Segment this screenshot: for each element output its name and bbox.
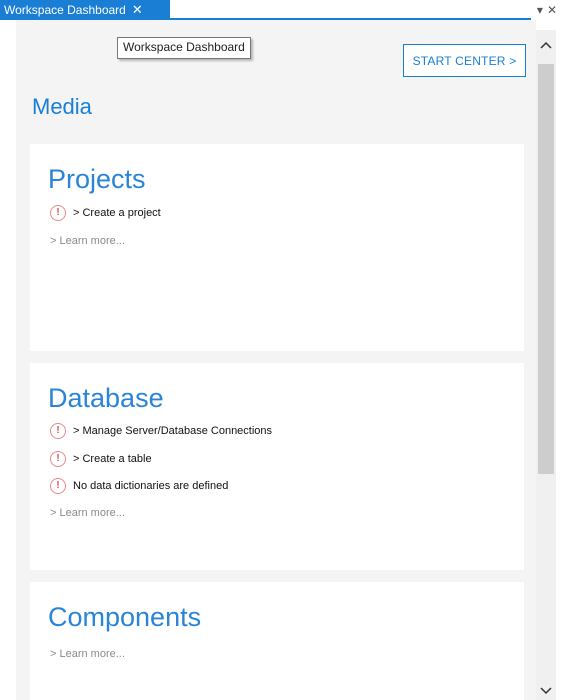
warning-icon: ! [50,423,66,439]
projects-title: Projects [48,164,146,194]
workspace-dashboard-window: Workspace Dashboard ✕ ▾ ✕ Workspace Dash… [0,0,561,700]
page-title: Media [32,94,92,119]
projects-learn-more-link[interactable]: > Learn more... [50,235,125,247]
warning-icon: ! [50,451,66,467]
tab-close-icon[interactable]: ✕ [132,0,143,20]
database-title: Database [48,383,164,413]
projects-card: Projects ! > Create a project > Learn mo… [30,144,524,351]
scroll-up-arrow-icon[interactable] [536,36,556,54]
database-learn-more-link[interactable]: > Learn more... [50,507,125,519]
tab-tooltip: Workspace Dashboard [117,37,251,59]
create-table-link[interactable]: > Create a table [73,453,152,465]
no-data-dictionaries-item: ! No data dictionaries are defined [50,476,228,496]
manage-connections-link[interactable]: > Manage Server/Database Connections [73,425,272,437]
window-controls: ▾ ✕ [537,0,557,20]
tab-workspace-dashboard[interactable]: Workspace Dashboard ✕ [0,0,170,20]
warning-icon: ! [50,478,66,494]
components-card: Components > Learn more... [30,582,524,700]
start-center-button[interactable]: START CENTER > [403,44,526,77]
document-tab-strip: Workspace Dashboard ✕ ▾ ✕ [0,0,561,20]
tab-list-dropdown-icon[interactable]: ▾ [537,3,543,17]
scroll-down-arrow-icon[interactable] [536,682,556,700]
dashboard-content: START CENTER > Media Projects ! > Create… [16,20,536,700]
components-title: Components [48,602,202,632]
warning-icon: ! [50,205,66,221]
vertical-scrollbar[interactable] [536,30,556,700]
no-data-dictionaries-text: No data dictionaries are defined [73,480,229,492]
create-project-item[interactable]: ! > Create a project [50,203,161,223]
manage-connections-item[interactable]: ! > Manage Server/Database Connections [50,421,272,441]
window-close-icon[interactable]: ✕ [547,3,557,17]
components-learn-more-link[interactable]: > Learn more... [50,648,125,660]
tab-title: Workspace Dashboard [4,3,126,17]
scrollbar-thumb[interactable] [538,64,554,474]
create-table-item[interactable]: ! > Create a table [50,449,152,469]
database-card: Database ! > Manage Server/Database Conn… [30,363,524,570]
create-project-link[interactable]: > Create a project [73,207,161,219]
